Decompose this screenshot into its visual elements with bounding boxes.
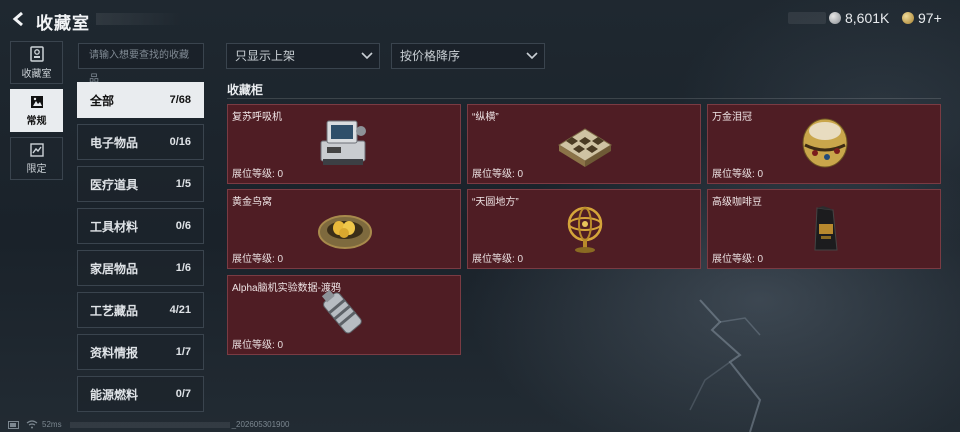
category-count: 0/16 xyxy=(169,136,191,148)
collectible-card[interactable]: “天圆地方” 展位等级: 0 xyxy=(467,189,701,269)
silver-coin-icon xyxy=(829,12,841,24)
item-name: 黄金鸟窝 xyxy=(232,197,272,208)
regular-icon xyxy=(30,95,43,108)
currency-blur xyxy=(788,12,826,24)
nav-limited[interactable]: 限定 xyxy=(10,137,63,180)
collectible-card[interactable]: 万金泪冠 展位等级: 0 xyxy=(707,104,941,184)
item-name: 高级咖啡豆 xyxy=(712,197,762,208)
golden-nest-icon xyxy=(318,215,372,249)
item-name: 万金泪冠 xyxy=(712,112,752,123)
back-arrow-icon xyxy=(12,11,23,27)
left-nav: 收藏室 常规 限定 xyxy=(10,41,63,185)
shelf-filter-dropdown[interactable]: 只显示上架 xyxy=(226,43,380,69)
search-input[interactable]: 请输入想要查找的收藏品 xyxy=(78,43,204,85)
armillary-sphere-icon xyxy=(567,206,603,253)
jeweled-egg-icon xyxy=(802,118,848,168)
collectible-card[interactable]: Alpha脑机实验数据-渡鸦 展位等级: 0 xyxy=(227,275,461,355)
ping-text: 52ms xyxy=(42,420,62,429)
item-name: “纵横” xyxy=(472,112,499,123)
category-tools[interactable]: 工具材料 0/6 xyxy=(77,208,204,244)
category-crafts[interactable]: 工艺藏品 4/21 xyxy=(77,292,204,328)
gold-amount: 97+ xyxy=(918,10,942,26)
nav-regular[interactable]: 常规 xyxy=(10,89,63,132)
item-level: 展位等级: 0 xyxy=(232,254,284,265)
category-name: 能源燃料 xyxy=(90,387,139,402)
category-count: 1/5 xyxy=(175,178,191,190)
item-name: 复苏呼吸机 xyxy=(232,112,282,123)
collection-room-icon xyxy=(29,45,44,62)
item-level: 展位等级: 0 xyxy=(472,254,524,265)
category-energy[interactable]: 能源燃料 0/7 xyxy=(77,376,204,412)
silver-amount: 8,601K xyxy=(845,10,890,26)
build-blur xyxy=(69,421,230,428)
battery-icon xyxy=(8,420,19,429)
category-name: 工艺藏品 xyxy=(90,303,139,318)
collectible-card[interactable]: 黄金鸟窝 展位等级: 0 xyxy=(227,189,461,269)
gold-currency[interactable]: 97+ xyxy=(902,10,942,26)
category-electronics[interactable]: 电子物品 0/16 xyxy=(77,124,204,160)
category-count: 4/21 xyxy=(169,304,191,316)
silver-currency[interactable]: 8,601K xyxy=(829,10,889,26)
category-name: 电子物品 xyxy=(90,135,139,150)
coffee-bag-icon xyxy=(814,206,838,251)
category-count: 7/68 xyxy=(169,94,191,106)
item-level: 展位等级: 0 xyxy=(712,254,764,265)
limited-icon xyxy=(29,142,44,157)
category-count: 0/7 xyxy=(175,388,191,400)
chevron-down-icon xyxy=(361,52,373,60)
category-intel[interactable]: 资料情报 1/7 xyxy=(77,334,204,370)
category-medical[interactable]: 医疗道具 1/5 xyxy=(77,166,204,202)
item-level: 展位等级: 0 xyxy=(232,169,284,180)
category-list: 全部 7/68 电子物品 0/16 医疗道具 1/5 工具材料 0/6 家居物品… xyxy=(77,82,204,418)
item-level: 展位等级: 0 xyxy=(712,169,764,180)
category-name: 资料情报 xyxy=(90,345,139,360)
nav-label: 常规 xyxy=(26,115,47,127)
collectible-card[interactable]: 高级咖啡豆 展位等级: 0 xyxy=(707,189,941,269)
item-level: 展位等级: 0 xyxy=(232,340,284,351)
category-count: 1/6 xyxy=(175,262,191,274)
collectible-card[interactable]: “纵横” 展位等级: 0 xyxy=(467,104,701,184)
ventilator-icon xyxy=(320,120,366,165)
item-name: “天圆地方” xyxy=(472,197,519,208)
nav-label: 限定 xyxy=(26,163,47,175)
page-title: 收藏室 xyxy=(36,14,90,33)
category-name: 医疗道具 xyxy=(90,177,139,192)
category-name: 家居物品 xyxy=(90,261,139,276)
status-bar: 52ms _202605301900 xyxy=(8,420,289,429)
category-all[interactable]: 全部 7/68 xyxy=(77,82,204,118)
category-household[interactable]: 家居物品 1/6 xyxy=(77,250,204,286)
chevron-down-icon xyxy=(526,52,538,60)
category-count: 1/7 xyxy=(175,346,191,358)
category-name: 工具材料 xyxy=(90,219,139,234)
chess-board-icon xyxy=(558,128,612,167)
nav-label: 收藏室 xyxy=(21,68,52,80)
title-decoration xyxy=(96,13,182,25)
shelf-filter-value: 只显示上架 xyxy=(235,49,296,63)
item-level: 展位等级: 0 xyxy=(472,169,524,180)
data-canister-icon xyxy=(321,289,362,334)
collectible-card[interactable]: 复苏呼吸机 展位等级: 0 xyxy=(227,104,461,184)
gold-coin-icon xyxy=(902,12,914,24)
sort-dropdown[interactable]: 按价格降序 xyxy=(391,43,545,69)
nav-collection-room[interactable]: 收藏室 xyxy=(10,41,63,84)
wifi-icon xyxy=(26,420,38,429)
top-bar: 收藏室 8,601K 97+ xyxy=(0,0,960,38)
build-text: _202605301900 xyxy=(231,420,290,429)
cabinet-label: 收藏柜 xyxy=(227,83,264,97)
category-count: 0/6 xyxy=(175,220,191,232)
back-button[interactable] xyxy=(8,8,30,30)
sort-value: 按价格降序 xyxy=(400,49,461,63)
category-name: 全部 xyxy=(90,93,115,108)
cabinet-divider xyxy=(227,98,941,99)
